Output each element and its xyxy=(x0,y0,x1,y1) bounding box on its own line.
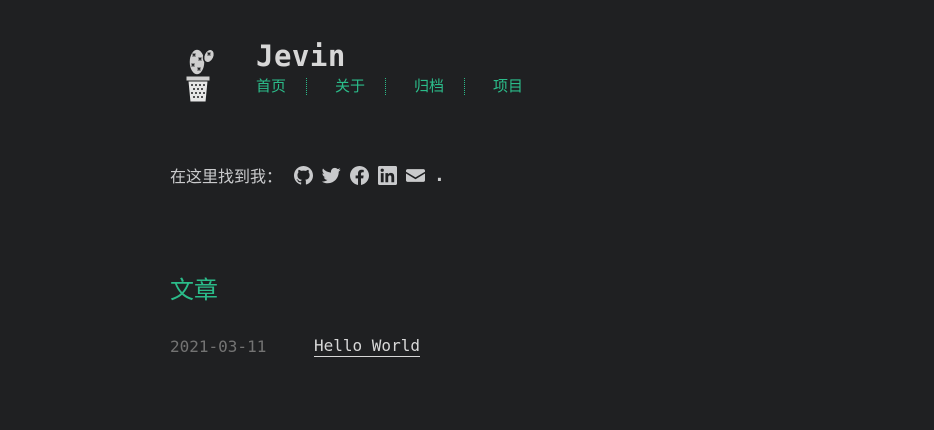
site-header: Jevin 首页 关于 归档 项目 xyxy=(180,38,523,110)
post-title-link[interactable]: Hello World xyxy=(314,336,420,357)
envelope-icon[interactable] xyxy=(406,166,426,185)
social-section: 在这里找到我： . xyxy=(170,163,445,187)
nav-item-home[interactable]: 首页 xyxy=(256,76,286,96)
brand: Jevin 首页 关于 归档 项目 xyxy=(256,38,523,96)
nav-item-about[interactable]: 关于 xyxy=(335,76,365,96)
main-nav: 首页 关于 归档 项目 xyxy=(256,76,523,96)
linkedin-icon[interactable] xyxy=(378,165,398,185)
facebook-icon[interactable] xyxy=(350,165,370,185)
nav-item-projects[interactable]: 项目 xyxy=(493,76,523,96)
nav-item-archive[interactable]: 归档 xyxy=(414,76,444,96)
social-label: 在这里找到我： xyxy=(170,167,283,186)
site-title[interactable]: Jevin xyxy=(256,38,523,74)
period: . xyxy=(434,164,445,186)
twitter-icon[interactable] xyxy=(322,166,341,185)
nav-separator xyxy=(385,77,387,95)
github-icon[interactable] xyxy=(294,165,314,185)
post-date: 2021-03-11 xyxy=(170,337,267,356)
nav-separator xyxy=(464,77,466,95)
logo-link[interactable] xyxy=(180,38,256,110)
posts-section-title: 文章 xyxy=(170,276,218,304)
cactus-logo-icon xyxy=(185,48,216,103)
nav-separator xyxy=(306,77,308,95)
social-icons xyxy=(294,165,434,185)
page: Jevin 首页 关于 归档 项目 在这里找到我： . 文章 2021-03-1… xyxy=(0,0,934,430)
post-list-item: 2021-03-11 Hello World xyxy=(170,336,420,357)
